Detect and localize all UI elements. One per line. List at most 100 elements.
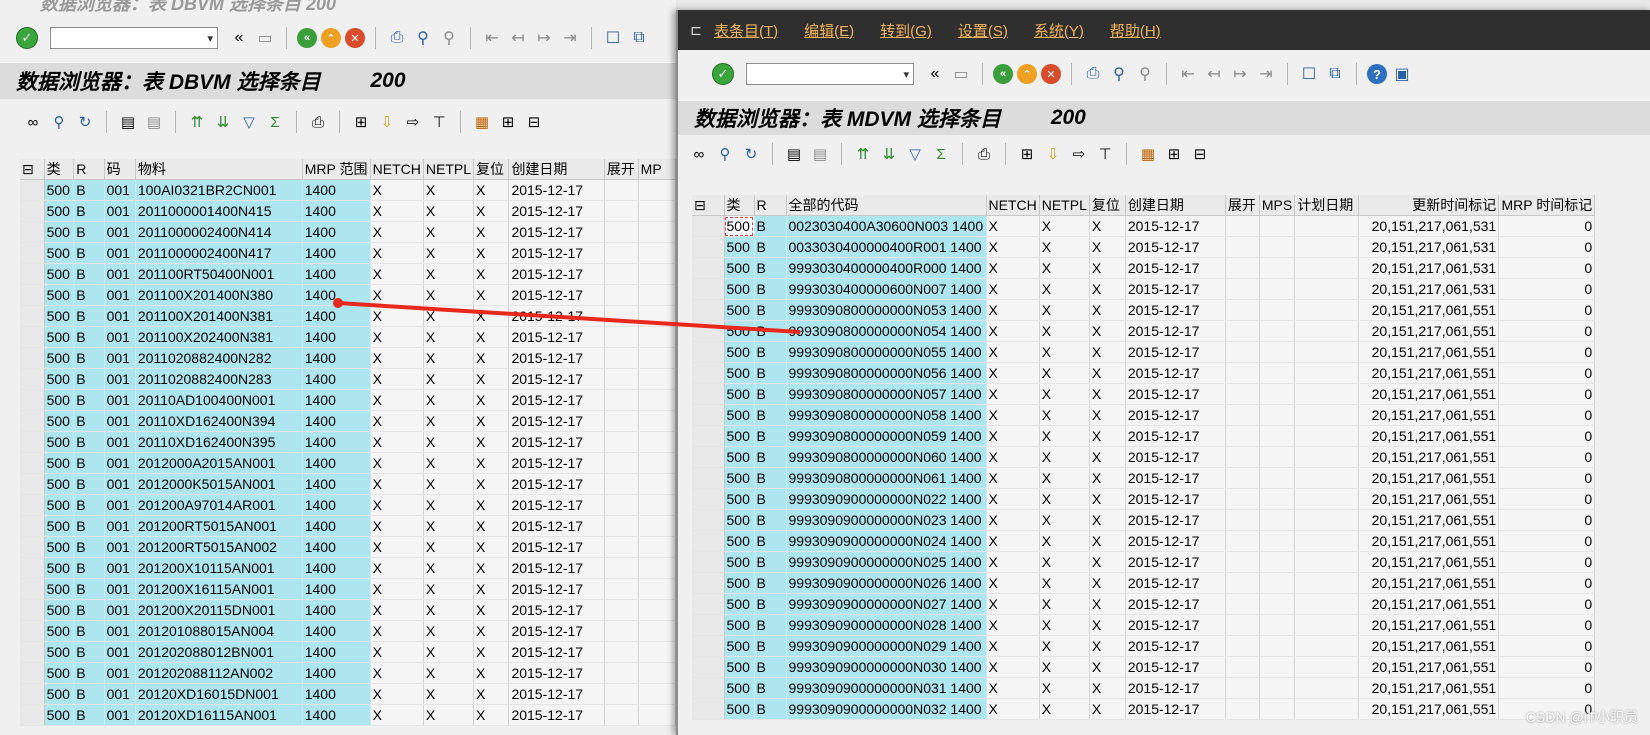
client-cell[interactable]: 500 (724, 299, 755, 321)
next-page-icon[interactable]: ↦ (1229, 63, 1251, 85)
mp-cell[interactable] (638, 662, 676, 684)
explode-cell[interactable] (1225, 362, 1260, 384)
mps-cell[interactable] (1259, 593, 1296, 615)
table-row[interactable]: 500 B 9993090900000000N031 1400 X X X 2015-12-… (692, 677, 1596, 699)
code-cell[interactable]: 001 (104, 389, 136, 411)
row-selector[interactable] (692, 320, 725, 342)
netpl-cell[interactable]: X (423, 704, 475, 726)
mrp-timestamp-cell[interactable]: 0 (1498, 320, 1596, 342)
mrp-timestamp-cell[interactable]: 0 (1498, 257, 1596, 279)
table-row[interactable]: 500 B 9993090900000000N022 1400 X X X 2015-12-… (692, 488, 1596, 510)
client-cell[interactable]: 500 (724, 215, 755, 237)
column-header[interactable]: R (754, 195, 787, 216)
netpl-cell[interactable]: X (423, 368, 475, 390)
reset-cell[interactable]: X (1089, 593, 1126, 615)
material-cell[interactable]: 2012000A2015AN001 (135, 452, 303, 474)
column-header[interactable]: NETPL (423, 159, 475, 180)
update-timestamp-cell[interactable]: 20,151,217,061,551 (1358, 404, 1500, 426)
netpl-cell[interactable]: X (423, 179, 475, 201)
find-next-icon[interactable]: ⚲ (1134, 63, 1156, 85)
column-header[interactable]: 展开 (604, 159, 639, 180)
created-date-cell[interactable]: 2015-12-17 (1125, 404, 1226, 426)
row-selector[interactable] (20, 368, 45, 390)
column-header[interactable]: NETCH (370, 159, 424, 180)
netpl-cell[interactable]: X (1039, 236, 1090, 258)
created-date-cell[interactable]: 2015-12-17 (508, 389, 605, 411)
mrp-area-cell[interactable]: 1400 (302, 557, 371, 579)
netch-cell[interactable]: X (370, 242, 424, 264)
client-cell[interactable]: 500 (724, 362, 755, 384)
row-selector[interactable] (692, 677, 725, 699)
material-cell[interactable]: 201200X20115DN001 (135, 599, 303, 621)
menu-item-help[interactable]: 帮助(H) (1110, 20, 1161, 41)
explode-cell[interactable] (1225, 383, 1260, 405)
reset-cell[interactable]: X (1089, 446, 1126, 468)
plan-date-cell[interactable] (1294, 614, 1360, 636)
row-selector[interactable] (20, 620, 45, 642)
netpl-cell[interactable]: X (1039, 362, 1090, 384)
mps-cell[interactable] (1259, 572, 1296, 594)
mrp-timestamp-cell[interactable]: 0 (1498, 446, 1596, 468)
reset-cell[interactable]: X (473, 410, 510, 432)
table-row[interactable]: 500 B 9993090800000000N053 1400 X X X 2015-12-… (692, 299, 1596, 321)
table-row[interactable]: 500 B 001 201100X202400N381 1400 X X X 2015-12-1… (20, 326, 676, 348)
reset-cell[interactable]: X (473, 368, 510, 390)
table-row[interactable]: 500 B 001 201202088012BN001 1400 X X X 2015-12-1… (20, 641, 676, 663)
created-date-cell[interactable]: 2015-12-17 (508, 410, 605, 432)
word-processing-icon[interactable]: ⇨ (402, 111, 424, 133)
menu-item-edit[interactable]: 编辑(E) (804, 20, 854, 41)
plan-date-cell[interactable] (1294, 299, 1360, 321)
material-cell[interactable]: 100AI0321BR2CN001 (135, 179, 303, 201)
mps-cell[interactable] (1259, 467, 1296, 489)
row-selector[interactable] (20, 200, 45, 222)
mrp-area-cell[interactable]: 1400 (302, 179, 371, 201)
client-cell[interactable]: 500 (724, 530, 755, 552)
update-timestamp-cell[interactable]: 20,151,217,061,551 (1358, 677, 1500, 699)
full-code-cell[interactable]: 9993090800000000N057 1400 (786, 383, 987, 405)
find-icon[interactable]: ⚲ (412, 27, 434, 49)
explode-cell[interactable] (604, 620, 639, 642)
explode-cell[interactable] (604, 578, 639, 600)
exit-orange-icon[interactable]: ⌃ (1017, 64, 1037, 84)
mps-cell[interactable] (1259, 215, 1296, 237)
mp-cell[interactable] (638, 452, 676, 474)
netpl-cell[interactable]: X (423, 242, 475, 264)
reset-cell[interactable]: X (1089, 320, 1126, 342)
netpl-cell[interactable]: X (423, 641, 475, 663)
code-cell[interactable]: 001 (104, 536, 136, 558)
netpl-cell[interactable]: X (1039, 698, 1090, 720)
full-code-cell[interactable]: 9993090900000000N023 1400 (786, 509, 987, 531)
created-date-cell[interactable]: 2015-12-17 (508, 662, 605, 684)
netch-cell[interactable]: X (986, 677, 1040, 699)
netch-cell[interactable]: X (370, 662, 424, 684)
table-row[interactable]: 500 B 9993030400000600N007 1400 X X X 2015-12-… (692, 278, 1596, 300)
type-cell[interactable]: B (754, 299, 787, 321)
mrp-timestamp-cell[interactable]: 0 (1498, 236, 1596, 258)
row-selector[interactable] (20, 389, 45, 411)
material-cell[interactable]: 20120XD16115AN001 (135, 704, 303, 726)
plan-date-cell[interactable] (1294, 572, 1360, 594)
help-icon[interactable]: ? (1367, 64, 1387, 84)
created-date-cell[interactable]: 2015-12-17 (508, 242, 605, 264)
netch-cell[interactable]: X (370, 368, 424, 390)
netch-cell[interactable]: X (370, 599, 424, 621)
mps-cell[interactable] (1259, 257, 1296, 279)
material-cell[interactable]: 201200RT5015AN001 (135, 515, 303, 537)
code-cell[interactable]: 001 (104, 347, 136, 369)
local-file-icon[interactable]: ⊤ (428, 111, 450, 133)
glasses-icon[interactable]: ∞ (688, 143, 710, 165)
created-date-cell[interactable]: 2015-12-17 (508, 179, 605, 201)
netch-cell[interactable]: X (370, 179, 424, 201)
update-timestamp-cell[interactable]: 20,151,217,061,551 (1358, 656, 1500, 678)
column-header[interactable]: 类 (44, 159, 75, 180)
client-cell[interactable]: 500 (724, 425, 755, 447)
code-cell[interactable]: 001 (104, 431, 136, 453)
material-cell[interactable]: 201100X201400N380 (135, 284, 303, 306)
mp-cell[interactable] (638, 326, 676, 348)
row-selector[interactable] (20, 683, 45, 705)
created-date-cell[interactable]: 2015-12-17 (508, 431, 605, 453)
back-green-icon[interactable]: « (297, 28, 317, 48)
created-date-cell[interactable]: 2015-12-17 (508, 704, 605, 726)
created-date-cell[interactable]: 2015-12-17 (1125, 635, 1226, 657)
material-cell[interactable]: 201200A97014AR001 (135, 494, 303, 516)
